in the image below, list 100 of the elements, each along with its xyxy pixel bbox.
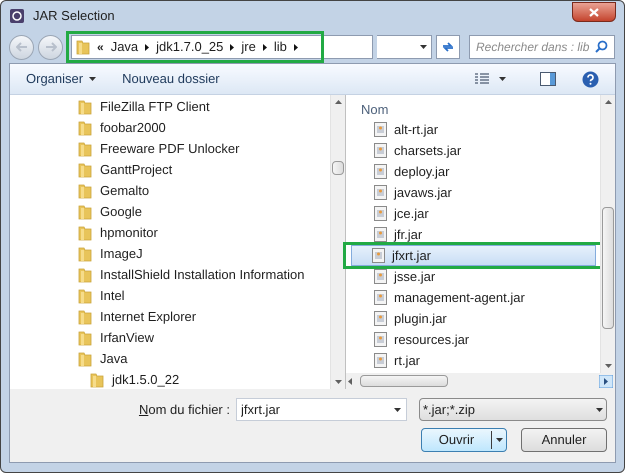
folder-icon bbox=[78, 182, 92, 198]
file-item[interactable]: charsets.jar bbox=[353, 140, 600, 161]
file-icon bbox=[374, 290, 387, 305]
column-header[interactable]: Nom bbox=[353, 95, 600, 119]
folder-icon bbox=[78, 266, 92, 282]
back-button[interactable] bbox=[9, 34, 34, 60]
list-view-icon bbox=[475, 73, 489, 85]
forward-button[interactable] bbox=[38, 34, 63, 60]
close-icon bbox=[589, 8, 599, 16]
folder-item[interactable]: IrfanView bbox=[10, 327, 330, 348]
scrollbar-thumb[interactable] bbox=[602, 207, 614, 329]
folder-item[interactable]: jdk1.5.0_22 bbox=[10, 369, 330, 389]
file-icon bbox=[374, 269, 387, 284]
file-icon bbox=[374, 227, 387, 242]
preview-pane-button[interactable] bbox=[540, 72, 556, 86]
chevron-icon bbox=[294, 44, 298, 50]
scrollbar-thumb[interactable] bbox=[360, 375, 448, 387]
file-icon bbox=[374, 332, 387, 347]
search-icon bbox=[595, 40, 608, 53]
folder-icon bbox=[78, 98, 92, 114]
file-item[interactable]: alt-rt.jar bbox=[353, 119, 600, 140]
preview-pane-icon bbox=[540, 72, 556, 86]
file-icon bbox=[374, 311, 387, 326]
file-icon bbox=[374, 143, 387, 158]
forward-arrow-icon bbox=[44, 42, 56, 52]
close-button[interactable] bbox=[572, 2, 616, 22]
folder-item[interactable]: Gemalto bbox=[10, 180, 330, 201]
folder-item[interactable]: FileZilla FTP Client bbox=[10, 96, 330, 117]
folder-icon bbox=[78, 350, 92, 366]
filename-label: Nom du fichier : bbox=[138, 400, 230, 419]
folder-item[interactable]: InstallShield Installation Information bbox=[10, 264, 330, 285]
folder-icon bbox=[78, 288, 92, 304]
file-item[interactable]: jsse.jar bbox=[353, 266, 600, 287]
filename-field[interactable]: jfxrt.jar bbox=[236, 398, 407, 421]
caret-icon bbox=[420, 45, 427, 49]
folder-icon bbox=[78, 224, 92, 240]
file-item[interactable]: rt.jar bbox=[353, 350, 600, 371]
file-icon bbox=[374, 353, 387, 368]
file-icon bbox=[374, 164, 387, 179]
breadcrumb[interactable]: Java bbox=[110, 37, 138, 57]
scrollbar-thumb[interactable] bbox=[332, 161, 344, 175]
folder-icon bbox=[78, 204, 92, 220]
file-icon bbox=[374, 206, 387, 221]
chevron-icon bbox=[262, 44, 267, 50]
down-arrow-icon bbox=[605, 364, 612, 368]
refresh-icon bbox=[441, 41, 455, 53]
file-icon bbox=[374, 185, 387, 200]
breadcrumb[interactable]: jdk1.7.0_25 bbox=[156, 37, 224, 57]
help-button[interactable] bbox=[582, 70, 599, 88]
search-field[interactable]: Rechercher dans : lib bbox=[469, 35, 615, 59]
folder-item[interactable]: Internet Explorer bbox=[10, 306, 330, 327]
back-arrow-icon bbox=[16, 42, 28, 52]
file-item[interactable]: javaws.jar bbox=[353, 182, 600, 203]
folder-item[interactable]: Intel bbox=[10, 285, 330, 306]
folder-item[interactable]: foobar2000 bbox=[10, 117, 330, 138]
scrollbar[interactable] bbox=[600, 95, 615, 373]
cancel-button[interactable]: Annuler bbox=[521, 428, 607, 452]
folder-icon bbox=[90, 372, 104, 388]
folder-icon bbox=[78, 246, 92, 262]
file-item[interactable]: management-agent.jar bbox=[353, 287, 600, 308]
file-icon bbox=[374, 122, 387, 137]
up-arrow-icon bbox=[335, 100, 342, 104]
folder-item[interactable]: hpmonitor bbox=[10, 222, 330, 243]
dropdown-caret-icon bbox=[496, 438, 502, 442]
folder-icon bbox=[78, 140, 92, 156]
folder-item[interactable]: ImageJ bbox=[10, 243, 330, 264]
file-item[interactable]: jce.jar bbox=[353, 203, 600, 224]
caret-icon bbox=[499, 77, 506, 81]
chevron-icon bbox=[230, 44, 234, 50]
folder-item[interactable]: Freeware PDF Unlocker bbox=[10, 138, 330, 159]
view-options-button[interactable] bbox=[475, 73, 506, 85]
new-folder-button[interactable]: Nouveau dossier bbox=[122, 69, 220, 89]
folder-item[interactable]: GanttProject bbox=[10, 159, 330, 180]
folder-item[interactable]: Java bbox=[10, 348, 330, 369]
window-title: JAR Selection bbox=[33, 7, 116, 26]
refresh-button[interactable] bbox=[436, 35, 460, 59]
breadcrumb[interactable]: jre bbox=[241, 37, 256, 57]
up-arrow-icon bbox=[605, 100, 612, 104]
overflow-chevron[interactable]: « bbox=[97, 38, 104, 56]
horizontal-scrollbar[interactable] bbox=[346, 373, 615, 389]
address-dropdown[interactable] bbox=[377, 35, 432, 59]
caret-icon bbox=[394, 408, 401, 412]
chevron-icon bbox=[145, 44, 150, 50]
folder-icon bbox=[78, 120, 92, 136]
folder-icon bbox=[78, 308, 92, 324]
open-button[interactable]: Ouvrir bbox=[421, 428, 507, 452]
caret-icon bbox=[596, 408, 603, 412]
caret-icon bbox=[89, 77, 96, 81]
file-item[interactable]: resources.jar bbox=[353, 329, 600, 350]
scrollbar[interactable] bbox=[330, 95, 345, 389]
organize-menu[interactable]: Organiser bbox=[26, 69, 96, 89]
down-arrow-icon bbox=[335, 380, 342, 384]
left-arrow-icon bbox=[348, 378, 352, 384]
breadcrumb[interactable]: lib bbox=[274, 37, 287, 57]
file-item[interactable]: jfr.jar bbox=[353, 224, 600, 245]
filter-dropdown[interactable]: *.jar;*.zip bbox=[419, 398, 607, 421]
file-icon bbox=[372, 248, 385, 263]
folder-item[interactable]: Google bbox=[10, 201, 330, 222]
file-item[interactable]: deploy.jar bbox=[353, 161, 600, 182]
file-item[interactable]: plugin.jar bbox=[353, 308, 600, 329]
